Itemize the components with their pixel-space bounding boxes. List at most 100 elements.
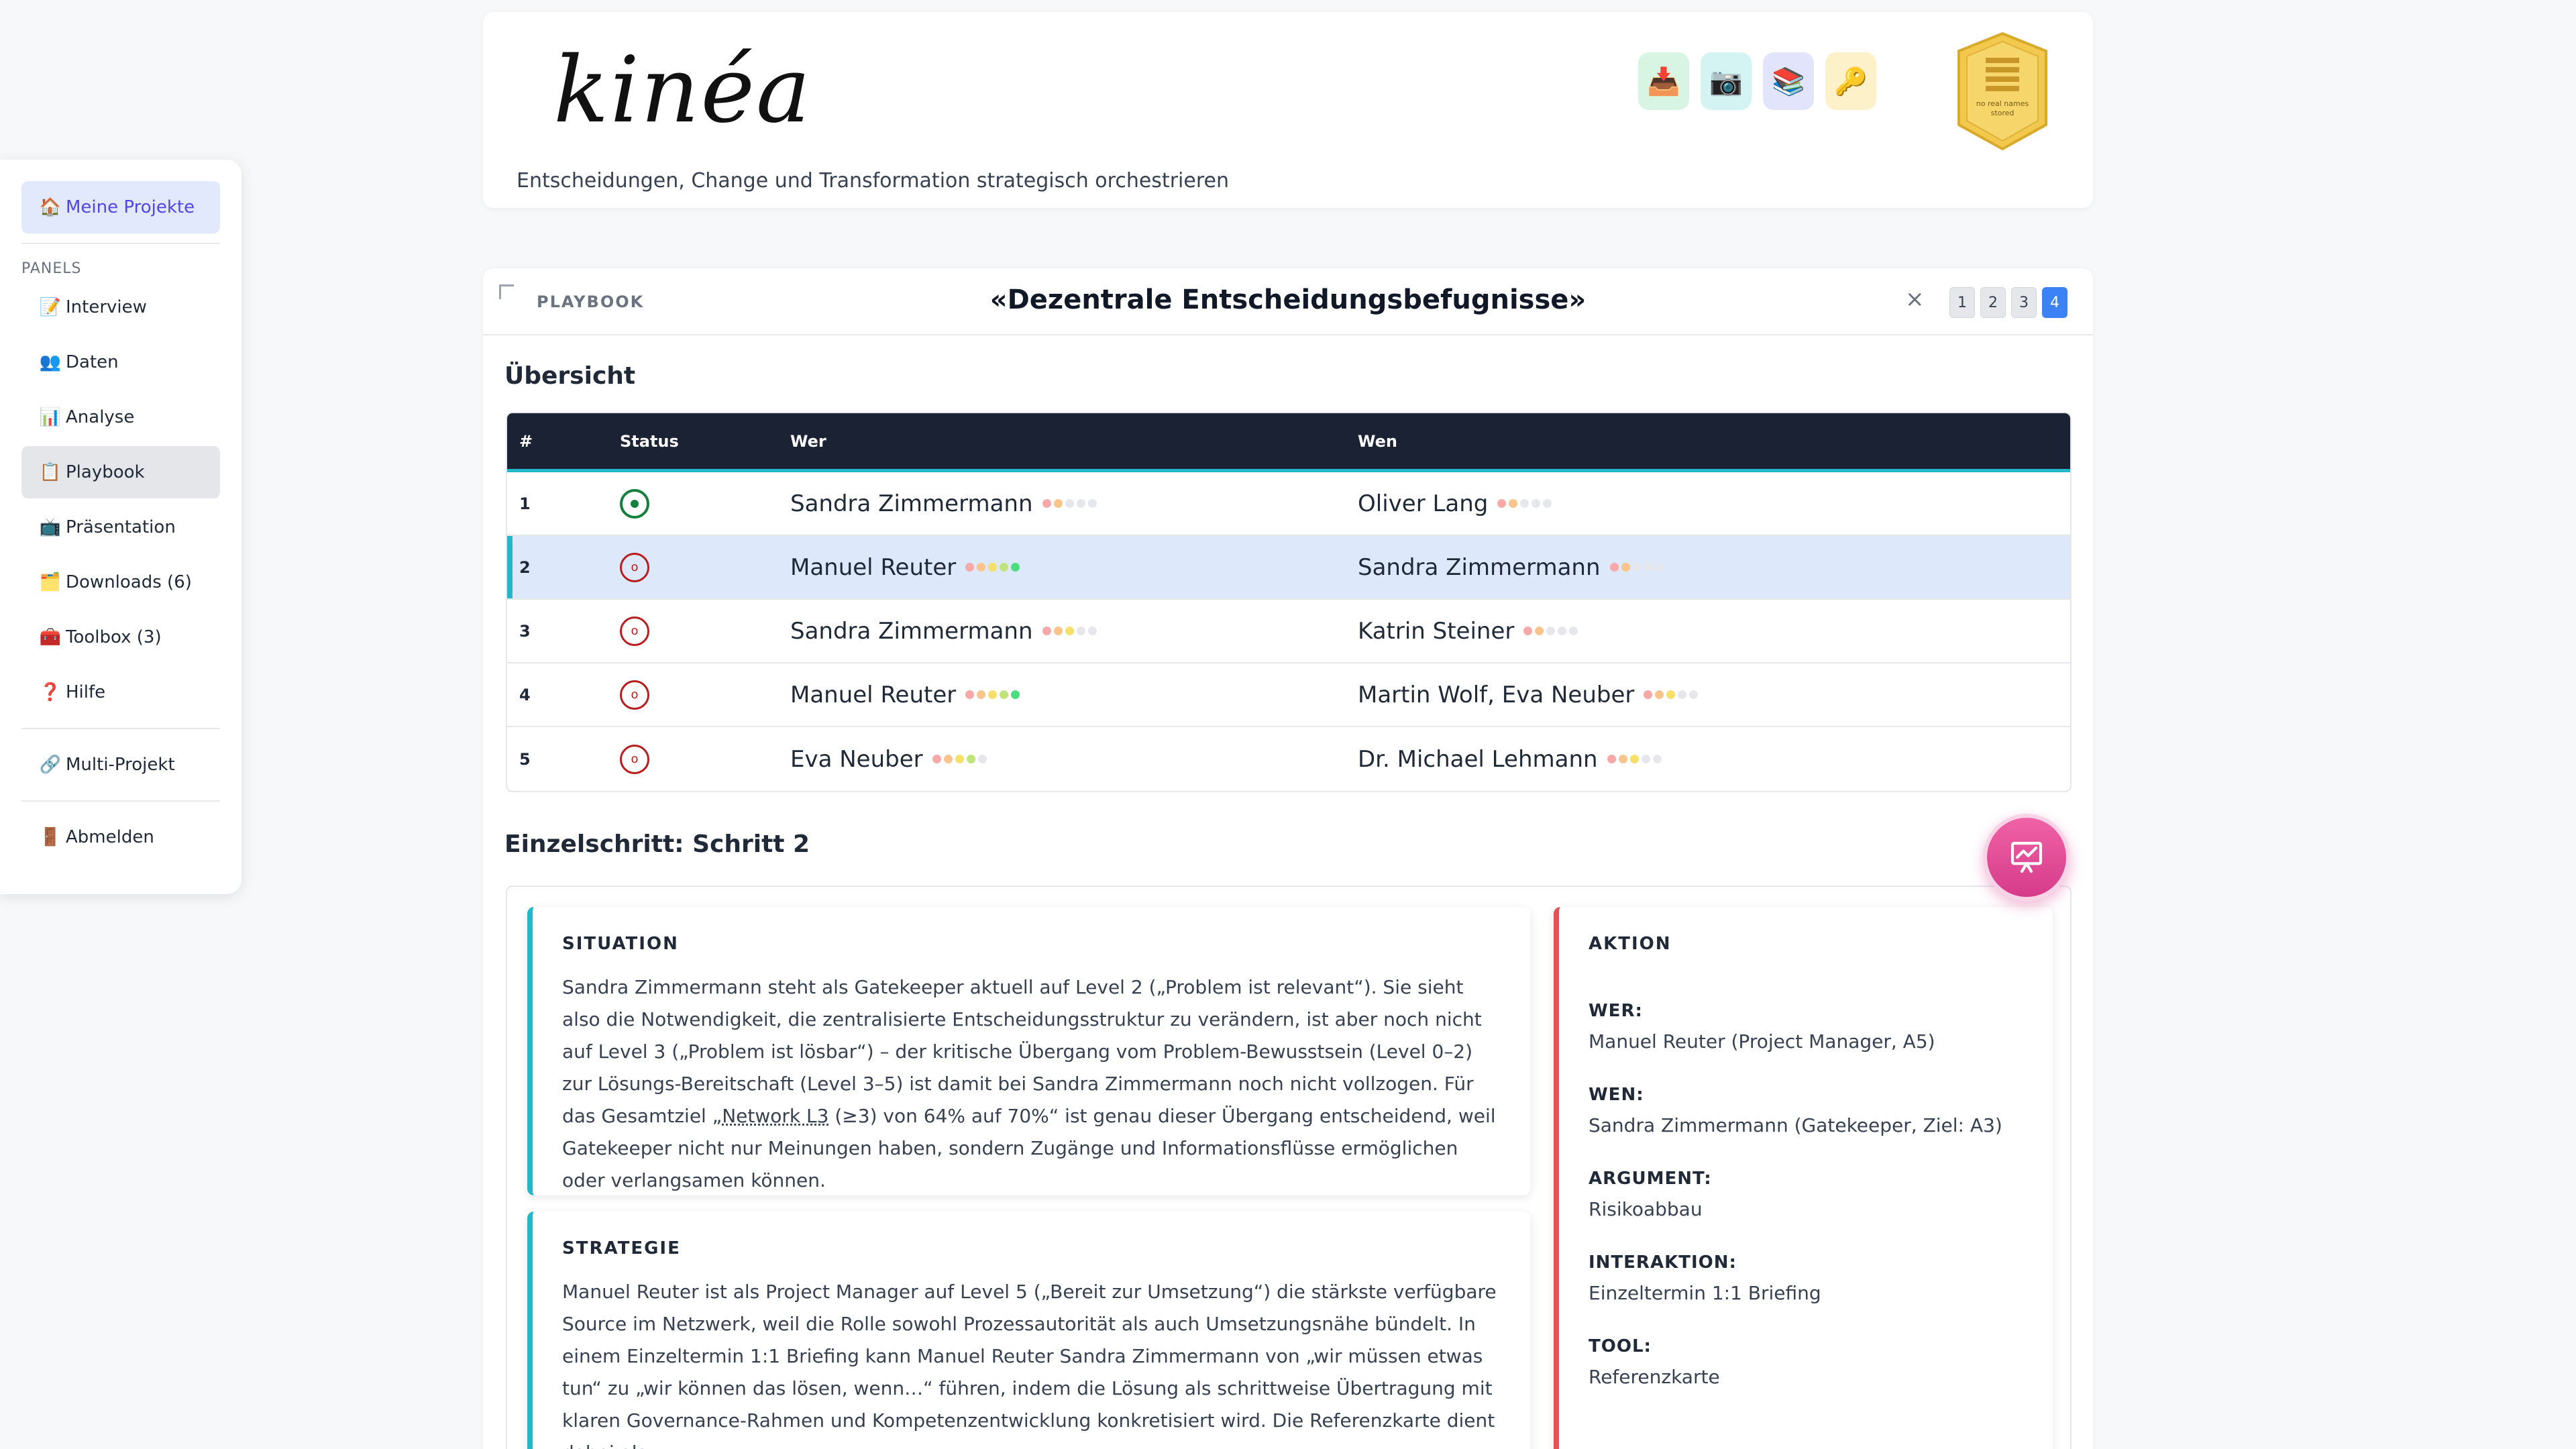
- sidebar-item-label: Hilfe: [66, 682, 106, 702]
- level-dot: [1569, 627, 1578, 635]
- page-button-1[interactable]: 1: [1949, 287, 1975, 318]
- level-dot: [1644, 563, 1653, 572]
- sidebar-item-daten[interactable]: 👥 Daten: [21, 336, 220, 388]
- level-dot: [1546, 627, 1556, 635]
- sidebar-item-multi-projekt[interactable]: 🔗 Multi-Projekt: [21, 739, 220, 791]
- row-number: 5: [519, 749, 531, 769]
- status-open-icon[interactable]: o: [620, 616, 649, 646]
- sidebar-item-label: Meine Projekte: [66, 197, 195, 217]
- level-indicator: [1609, 563, 1664, 572]
- row-number: 1: [519, 494, 531, 513]
- level-dot: [977, 755, 987, 763]
- level-dot: [1678, 690, 1687, 699]
- level-dot: [1666, 690, 1676, 699]
- status-open-icon[interactable]: o: [620, 552, 649, 582]
- level-dot: [1641, 755, 1650, 763]
- books-icon: 📚: [1772, 66, 1805, 97]
- toolbox-icon: 🧰: [39, 627, 62, 647]
- network-l3-link[interactable]: Network L3: [722, 1105, 828, 1127]
- sidebar-item-interview[interactable]: 📝 Interview: [21, 281, 220, 333]
- sidebar-item-analyse[interactable]: 📊 Analyse: [21, 391, 220, 443]
- row-number: 4: [519, 685, 531, 704]
- aktion-field-label: TOOL:: [1589, 1336, 1652, 1356]
- status-cell: o: [620, 552, 790, 582]
- wen-name: Martin Wolf, Eva Neuber: [1358, 681, 1635, 708]
- level-indicator: [965, 563, 1020, 572]
- overview-table: # Status Wer Wen 1 Sandra Zimmermann Olive…: [506, 412, 2072, 792]
- sidebar-item-abmelden[interactable]: 🚪 Abmelden: [21, 811, 220, 863]
- table-row[interactable]: 4 o Manuel Reuter Martin Wolf, Eva Neuber: [507, 663, 2070, 727]
- situation-text: Sandra Zimmermann steht als Gatekeeper a…: [562, 976, 1496, 1191]
- status-done-icon[interactable]: [620, 488, 649, 519]
- page-button-3[interactable]: 3: [2011, 287, 2037, 318]
- level-dot: [1523, 627, 1533, 635]
- sidebar-item-label: Präsentation: [66, 517, 176, 537]
- detail-title: Einzelschritt: Schritt 2: [504, 830, 810, 858]
- sidebar: 🏠 Meine Projekte PANELS 📝 Interview 👥 Da…: [0, 160, 241, 894]
- table-header: # Status Wer Wen: [507, 413, 2070, 472]
- wer-name: Manuel Reuter: [790, 681, 957, 708]
- level-dot: [1607, 755, 1616, 763]
- status-open-icon[interactable]: o: [620, 680, 649, 710]
- sidebar-item-praesentation[interactable]: 📺 Präsentation: [21, 501, 220, 553]
- status-cell: o: [620, 744, 790, 774]
- sidebar-item-toolbox[interactable]: 🧰 Toolbox (3): [21, 611, 220, 663]
- column-header-status: Status: [620, 431, 679, 451]
- badge-text-line1: no real names: [1976, 99, 2029, 108]
- wer-name: Sandra Zimmermann: [790, 617, 1033, 645]
- level-dot: [1532, 499, 1541, 508]
- level-dot: [1042, 627, 1051, 635]
- table-row[interactable]: 3 o Sandra Zimmermann Katrin Steiner: [507, 600, 2070, 663]
- level-indicator: [965, 690, 1020, 699]
- level-indicator: [1607, 755, 1662, 763]
- aktion-title: AKTION: [1589, 934, 1672, 954]
- presentation-chart-icon: [2010, 841, 2043, 873]
- table-row[interactable]: 2 o Manuel Reuter Sandra Zimmermann: [507, 536, 2070, 600]
- level-dot: [988, 690, 998, 699]
- sidebar-item-label: Analyse: [66, 407, 135, 427]
- level-indicator: [1042, 499, 1097, 508]
- sidebar-item-playbook[interactable]: 📋 Playbook: [21, 446, 220, 498]
- aktion-field-value: Referenzkarte: [1589, 1366, 1720, 1388]
- sidebar-item-hilfe[interactable]: ❓ Hilfe: [21, 666, 220, 718]
- page-button-4[interactable]: 4: [2042, 287, 2068, 318]
- table-row[interactable]: 1 Sandra Zimmermann Oliver Lang: [507, 472, 2070, 536]
- wen-cell: Sandra Zimmermann: [1358, 554, 2070, 581]
- table-row[interactable]: 5 o Eva Neuber Dr. Michael Lehmann: [507, 727, 2070, 791]
- level-dot: [1644, 690, 1653, 699]
- page-button-2[interactable]: 2: [1980, 287, 2006, 318]
- wer-name: Manuel Reuter: [790, 553, 957, 581]
- tv-icon: 📺: [39, 517, 62, 537]
- key-button[interactable]: 🔑: [1825, 52, 1876, 110]
- wer-cell: Manuel Reuter: [790, 682, 1358, 708]
- aktion-field-label: ARGUMENT:: [1589, 1169, 1712, 1189]
- level-dot: [1011, 690, 1020, 699]
- books-button[interactable]: 📚: [1763, 52, 1814, 110]
- status-open-icon[interactable]: o: [620, 744, 649, 774]
- sidebar-item-label: Interview: [66, 297, 147, 317]
- divider: [21, 800, 220, 802]
- close-icon[interactable]: ×: [1905, 286, 1925, 313]
- download-button[interactable]: 📥: [1638, 52, 1689, 110]
- level-dot: [1000, 690, 1009, 699]
- presentation-fab[interactable]: [1983, 814, 2070, 901]
- aktion-field-value: Risikoabbau: [1589, 1198, 1703, 1220]
- wen-name: Oliver Lang: [1358, 490, 1489, 517]
- status-cell: o: [620, 680, 790, 710]
- status-dot: [631, 499, 639, 508]
- sidebar-item-projects[interactable]: 🏠 Meine Projekte: [21, 181, 220, 233]
- download-icon: 📥: [1647, 66, 1680, 97]
- sidebar-item-label: Multi-Projekt: [66, 755, 175, 775]
- level-dot: [1011, 563, 1020, 572]
- column-header-wen: Wen: [1358, 431, 1397, 451]
- wen-name: Dr. Michael Lehmann: [1358, 745, 1598, 773]
- camera-button[interactable]: 📷: [1701, 52, 1752, 110]
- aktion-field-label: INTERAKTION:: [1589, 1252, 1737, 1273]
- level-dot: [965, 563, 975, 572]
- sidebar-item-label: Abmelden: [66, 827, 154, 847]
- playbook-panel: PLAYBOOK «Dezentrale Entscheidungsbefugn…: [483, 268, 2093, 1449]
- level-dot: [1543, 499, 1552, 508]
- wer-cell: Manuel Reuter: [790, 554, 1358, 581]
- panels-heading: PANELS: [21, 260, 82, 277]
- sidebar-item-downloads[interactable]: 🗂️ Downloads (6): [21, 556, 220, 608]
